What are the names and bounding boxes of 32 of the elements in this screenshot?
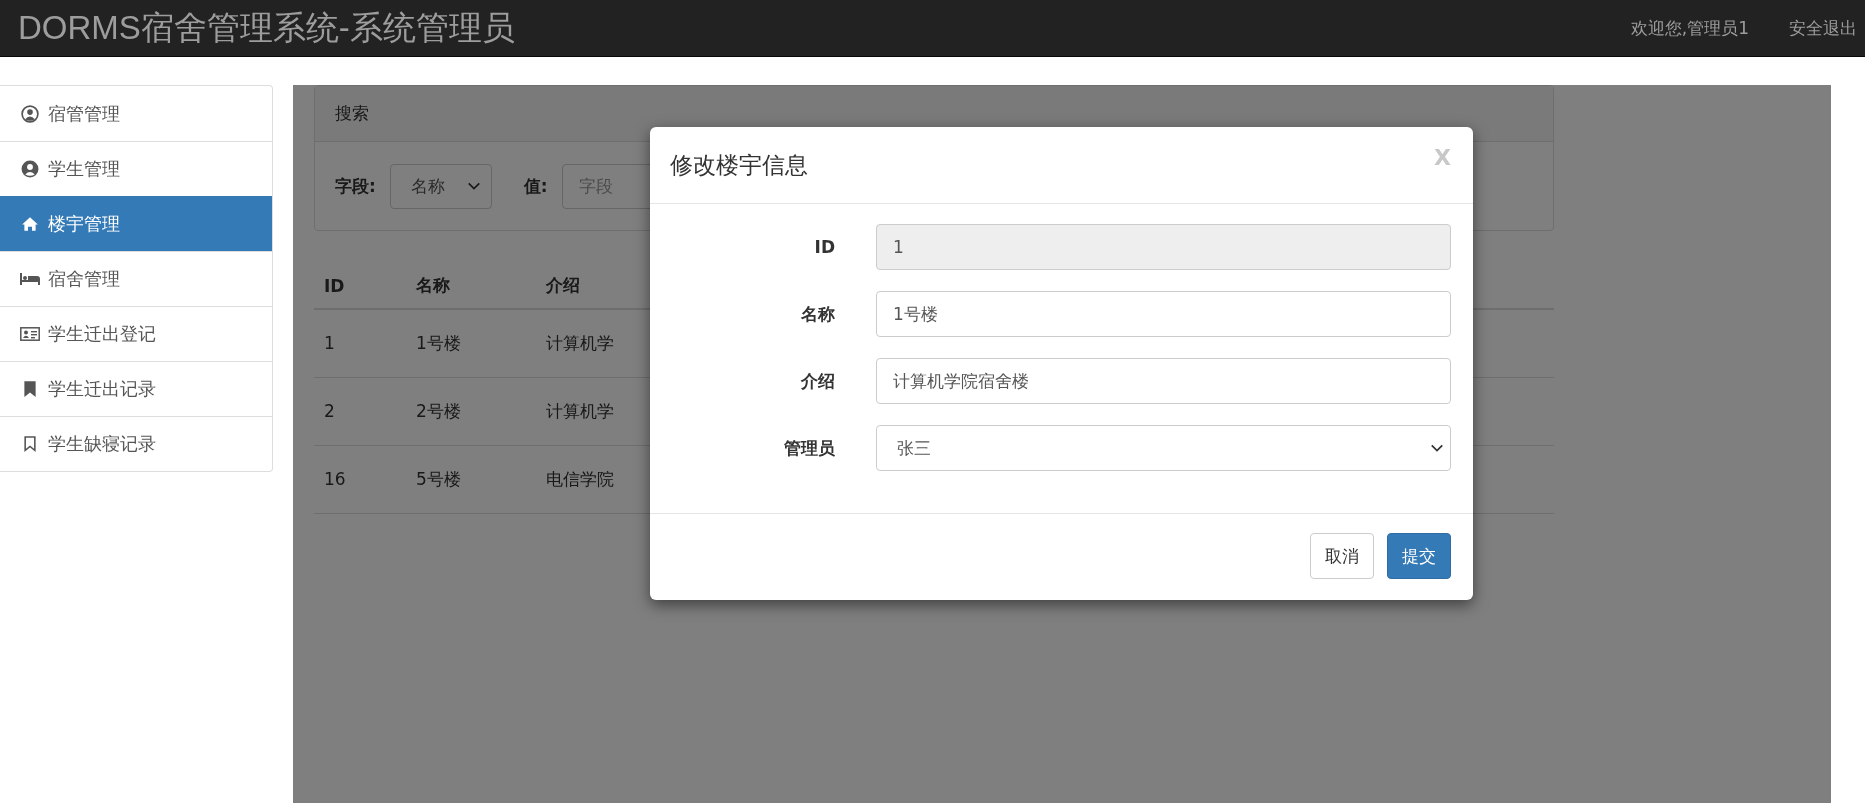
id-card-icon (20, 325, 40, 343)
welcome-text: 欢迎您,管理员1 (1630, 16, 1749, 40)
admin-select[interactable]: 张三 (876, 425, 1451, 471)
sidebar-item[interactable]: 学生缺寝记录 (0, 416, 272, 471)
sidebar-item[interactable]: 楼宇管理 (0, 196, 272, 251)
cancel-button[interactable]: 取消 (1310, 533, 1374, 579)
value-label: 值: (523, 174, 548, 198)
sidebar-item[interactable]: 学生迁出登记 (0, 306, 272, 361)
sidebar-item[interactable]: 宿管管理 (0, 86, 272, 141)
text-field[interactable]: 计算机学院宿舍楼 (876, 358, 1451, 404)
app-title[interactable]: DORMS宿舍管理系统-系统管理员 (18, 5, 515, 51)
user-circle-icon (20, 104, 40, 123)
table-cell: 2 (314, 377, 406, 445)
column-header: 名称 (406, 263, 536, 309)
bed-icon (20, 270, 40, 288)
table-cell: 5号楼 (406, 445, 536, 513)
table-cell: 2号楼 (406, 377, 536, 445)
table-cell: 16 (314, 445, 406, 513)
table-cell: 1号楼 (406, 309, 536, 377)
submit-button[interactable]: 提交 (1387, 533, 1451, 579)
column-header: ID (314, 263, 406, 309)
field-label: 字段: (335, 174, 376, 198)
home-icon (20, 215, 40, 233)
user-circle-icon (20, 160, 40, 178)
text-field[interactable]: 1号楼 (876, 291, 1451, 337)
table-cell: 1 (314, 309, 406, 377)
sidebar-item[interactable]: 宿舍管理 (0, 251, 272, 306)
form-label: ID (813, 237, 835, 257)
field-select[interactable]: 名称 (389, 163, 492, 209)
sidebar-item[interactable]: 学生迁出记录 (0, 361, 272, 416)
modal-title: 修改楼宇信息 (670, 150, 808, 180)
logout-link[interactable]: 安全退出 (1789, 16, 1857, 40)
